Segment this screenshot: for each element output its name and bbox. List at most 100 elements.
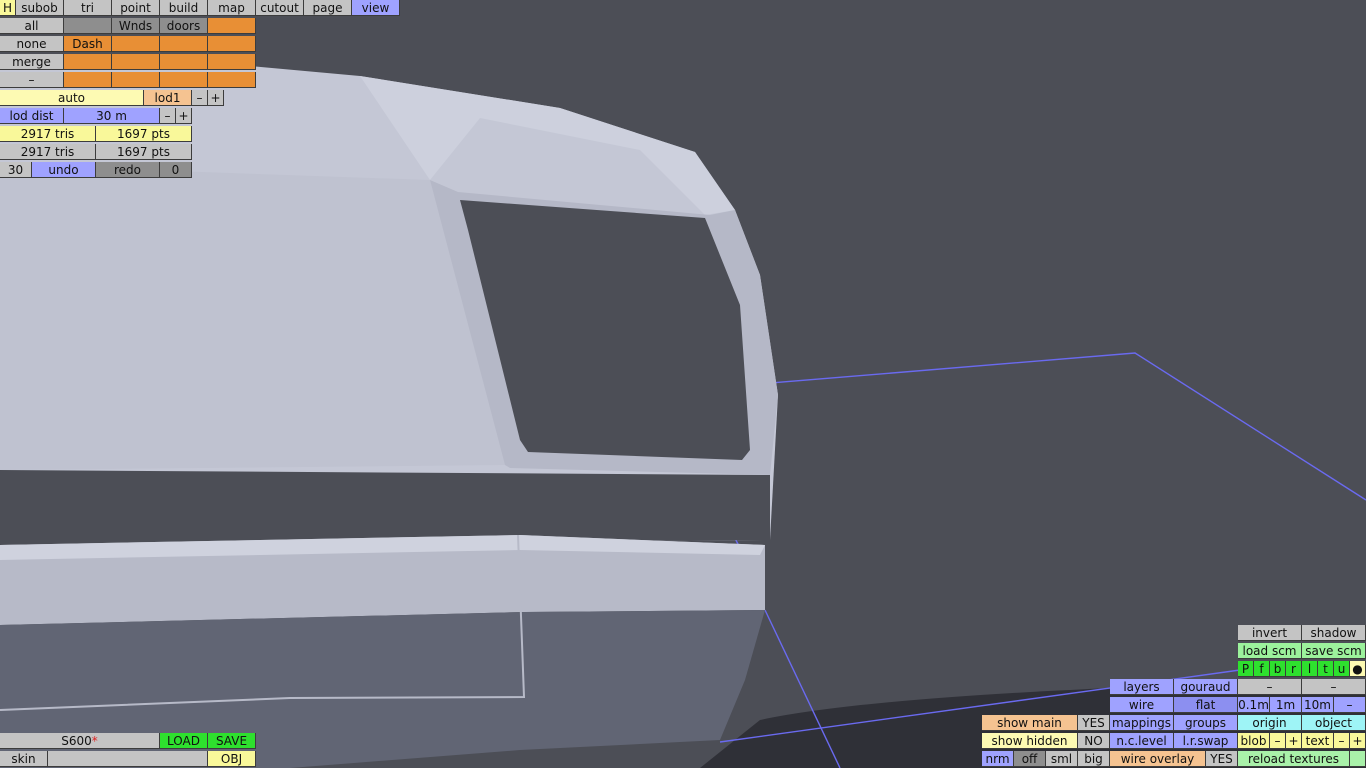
subob-slot[interactable] [112, 36, 160, 52]
subob-slot[interactable] [208, 36, 256, 52]
layers-button[interactable]: layers [1110, 679, 1174, 695]
obj-button[interactable]: OBJ [208, 751, 256, 767]
undo-button[interactable]: undo [32, 162, 96, 178]
redo-button[interactable]: redo [96, 162, 160, 178]
file-name[interactable]: S600* [0, 733, 160, 749]
lod-dist-minus-button[interactable]: – [160, 108, 176, 124]
lod-auto-button[interactable]: auto [0, 90, 144, 106]
view-back-button[interactable]: b [1270, 661, 1286, 677]
flat-button[interactable]: flat [1174, 697, 1238, 713]
view-persp-button[interactable]: P [1238, 661, 1254, 677]
scale-minus[interactable]: – [1334, 697, 1366, 713]
subob-none-button[interactable]: none [0, 36, 64, 52]
menu-subob[interactable]: subob [16, 0, 64, 16]
invert-button[interactable]: invert [1238, 625, 1302, 641]
menu-point[interactable]: point [112, 0, 160, 16]
menu-h[interactable]: H [0, 0, 16, 16]
view-left-button[interactable]: l [1302, 661, 1318, 677]
undo-count: 30 [0, 162, 32, 178]
nc-level-button[interactable]: n.c.level [1110, 733, 1174, 749]
skin-label[interactable]: skin [0, 751, 48, 767]
scale-1m[interactable]: 1m [1270, 697, 1302, 713]
wire-overlay-label[interactable]: wire overlay [1110, 751, 1206, 767]
lod-minus-button[interactable]: – [192, 90, 208, 106]
reload-extra-slot[interactable] [1350, 751, 1366, 767]
view-front-button[interactable]: f [1254, 661, 1270, 677]
shadow-button[interactable]: shadow [1302, 625, 1366, 641]
menu-map[interactable]: map [208, 0, 256, 16]
scale-10m[interactable]: 10m [1302, 697, 1334, 713]
load-scm-button[interactable]: load scm [1238, 643, 1302, 659]
sml-button[interactable]: sml [1046, 751, 1078, 767]
dot-icon[interactable]: ● [1350, 661, 1366, 677]
subob-slot[interactable] [160, 54, 208, 70]
text-minus-button[interactable]: – [1334, 733, 1350, 749]
big-button[interactable]: big [1078, 751, 1110, 767]
subob-slot[interactable] [208, 72, 256, 88]
lod-dist-value[interactable]: 30 m [64, 108, 160, 124]
menu-cutout[interactable]: cutout [256, 0, 304, 16]
load-button[interactable]: LOAD [160, 733, 208, 749]
mappings-button[interactable]: mappings [1110, 715, 1174, 731]
subob-slot[interactable] [160, 72, 208, 88]
view-under-button[interactable]: u [1334, 661, 1350, 677]
pts-total: 1697 pts [96, 144, 192, 160]
show-main-label[interactable]: show main [982, 715, 1078, 731]
lod-level[interactable]: lod1 [144, 90, 192, 106]
file-name-text: S600 [61, 734, 92, 748]
subob-slot[interactable] [208, 54, 256, 70]
reload-textures-button[interactable]: reload textures [1238, 751, 1350, 767]
lod-dist-label: lod dist [0, 108, 64, 124]
car-lower-panel [0, 470, 770, 545]
view-right-button[interactable]: r [1286, 661, 1302, 677]
save-button[interactable]: SAVE [208, 733, 256, 749]
subob-slot[interactable] [64, 54, 112, 70]
object-button[interactable]: object [1302, 715, 1366, 731]
subob-wnds[interactable]: Wnds [112, 18, 160, 34]
wire-button[interactable]: wire [1110, 697, 1174, 713]
redo-count: 0 [160, 162, 192, 178]
subob-slot[interactable] [112, 54, 160, 70]
gouraud-button[interactable]: gouraud [1174, 679, 1238, 695]
menu-tri[interactable]: tri [64, 0, 112, 16]
menu-build[interactable]: build [160, 0, 208, 16]
subob-minus-button[interactable]: – [0, 72, 64, 88]
car-side-shade [0, 165, 505, 470]
modified-marker: * [91, 734, 98, 748]
subob-dash[interactable]: Dash [64, 36, 112, 52]
show-hidden-label[interactable]: show hidden [982, 733, 1078, 749]
subob-slot[interactable] [64, 72, 112, 88]
lr-swap-button[interactable]: l.r.swap [1174, 733, 1238, 749]
blob-plus-button[interactable]: + [1286, 733, 1302, 749]
scale-0-1m[interactable]: 0.1m [1238, 697, 1270, 713]
subob-slot[interactable] [208, 18, 256, 34]
subob-merge-button[interactable]: merge [0, 54, 64, 70]
menu-view[interactable]: view [352, 0, 400, 16]
nrm-button[interactable]: nrm [982, 751, 1014, 767]
skin-field[interactable] [48, 751, 208, 767]
subob-doors[interactable]: doors [160, 18, 208, 34]
wire-overlay-value[interactable]: YES [1206, 751, 1238, 767]
text-plus-button[interactable]: + [1350, 733, 1366, 749]
blob-minus-button[interactable]: – [1270, 733, 1286, 749]
subob-slot[interactable] [160, 36, 208, 52]
groups-button[interactable]: groups [1174, 715, 1238, 731]
subob-slot[interactable] [64, 18, 112, 34]
pts-count: 1697 pts [96, 126, 192, 142]
menu-page[interactable]: page [304, 0, 352, 16]
origin-button[interactable]: origin [1238, 715, 1302, 731]
lod-dist-plus-button[interactable]: + [176, 108, 192, 124]
subob-slot[interactable] [112, 72, 160, 88]
show-hidden-value[interactable]: NO [1078, 733, 1110, 749]
dash-slot[interactable]: – [1302, 679, 1366, 695]
dash-slot[interactable]: – [1238, 679, 1302, 695]
subob-all-button[interactable]: all [0, 18, 64, 34]
text-label[interactable]: text [1302, 733, 1334, 749]
blob-label[interactable]: blob [1238, 733, 1270, 749]
off-button[interactable]: off [1014, 751, 1046, 767]
view-top-button[interactable]: t [1318, 661, 1334, 677]
save-scm-button[interactable]: save scm [1302, 643, 1366, 659]
show-main-value[interactable]: YES [1078, 715, 1110, 731]
lod-plus-button[interactable]: + [208, 90, 224, 106]
3d-viewport[interactable] [0, 0, 1366, 768]
